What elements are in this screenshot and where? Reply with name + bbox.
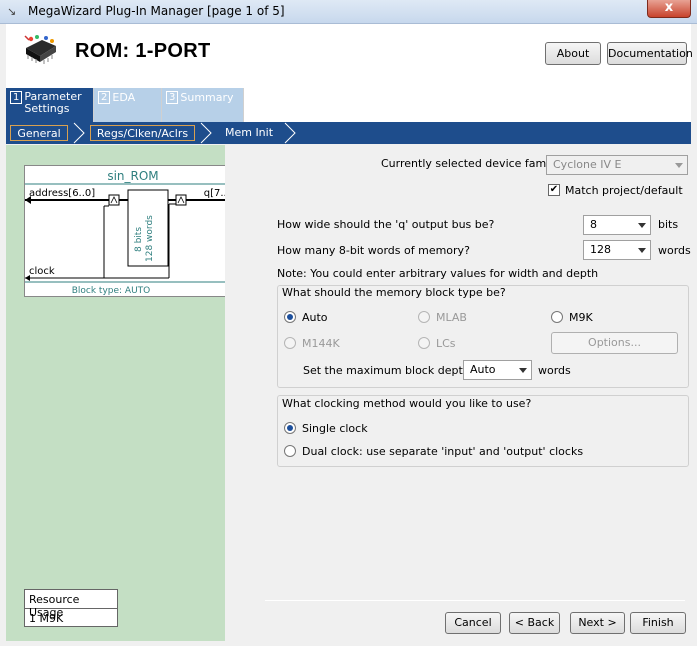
window-title: MegaWizard Plug-In Manager [page 1 of 5] [28, 4, 285, 18]
note-text: Note: You could enter arbitrary values f… [277, 267, 599, 280]
words-count-unit: words [658, 244, 691, 257]
symbol-name: sin_ROM [107, 169, 158, 183]
memory-block-legend: What should the memory block type be? [282, 286, 506, 299]
device-family-label: Currently selected device family: [381, 157, 562, 170]
symbol-panel: sin_ROM address[6..0] q[7..0] 8 bits 128… [6, 145, 242, 641]
cancel-button[interactable]: Cancel [445, 612, 501, 634]
dropdown-arrow-icon [638, 248, 646, 253]
radio-lcs-label: LCs [436, 337, 456, 350]
tab-parameter-settings[interactable]: 1 Parameter Settings [6, 88, 94, 122]
max-depth-select[interactable]: Auto [463, 360, 532, 380]
subnav-mem-init[interactable]: Mem Init [220, 125, 278, 141]
clock-port-label: clock [29, 266, 55, 277]
max-depth-value: Auto [470, 363, 496, 376]
dropdown-arrow-icon [638, 223, 646, 228]
chevron-right-icon [73, 122, 85, 144]
device-family-value: Cyclone IV E [553, 158, 622, 171]
settings-panel: Currently selected device family: Cyclon… [225, 145, 691, 641]
sub-navigation: General Regs/Clken/Aclrs Mem Init [6, 122, 691, 144]
documentation-button[interactable]: Documentation [607, 42, 693, 65]
radio-m144k [284, 337, 296, 349]
radio-single-clock[interactable] [284, 422, 296, 434]
tab-number: 3 [166, 91, 179, 104]
words-count-select[interactable]: 128 [583, 240, 651, 260]
chevron-right-icon [200, 122, 212, 144]
q-width-label: How wide should the 'q' output bus be? [277, 218, 495, 231]
match-project-label: Match project/default [565, 184, 683, 197]
radio-lcs [418, 337, 430, 349]
clocking-legend: What clocking method would you like to u… [282, 397, 532, 410]
resource-usage-box: Resource Usage 1 M9K [24, 589, 118, 627]
resource-usage-value: 1 M9K [29, 612, 64, 625]
tab-label: Parameter Settings [24, 90, 82, 115]
radio-dual-clock[interactable] [284, 445, 296, 457]
subnav-regs-clken-aclrs[interactable]: Regs/Clken/Aclrs [90, 125, 195, 141]
tab-number: 1 [10, 91, 23, 104]
subnav-general[interactable]: General [10, 125, 68, 141]
close-button[interactable]: x [647, 0, 691, 18]
back-button[interactable]: < Back [509, 612, 560, 634]
address-port-label: address[6..0] [29, 188, 95, 199]
radio-auto-label: Auto [302, 311, 328, 324]
q-width-select[interactable]: 8 [583, 215, 651, 235]
radio-auto[interactable] [284, 311, 296, 323]
radio-mlab [418, 311, 430, 323]
rom-symbol: sin_ROM address[6..0] q[7..0] 8 bits 128… [24, 165, 242, 297]
page-title: ROM: 1-PORT [75, 40, 211, 62]
tab-number: 2 [98, 91, 111, 104]
chevron-right-icon [284, 122, 296, 144]
footer-separator [265, 600, 685, 601]
dropdown-arrow-icon [519, 368, 527, 373]
rom-symbol-diagram: sin_ROM address[6..0] q[7..0] 8 bits 128… [25, 169, 241, 296]
options-button: Options... [551, 332, 678, 354]
next-button[interactable]: Next > [570, 612, 625, 634]
device-family-select: Cyclone IV E [546, 155, 688, 175]
q-width-unit: bits [658, 218, 679, 231]
radio-dual-clock-label: Dual clock: use separate 'input' and 'ou… [302, 445, 584, 458]
tab-summary[interactable]: 3 Summary [162, 88, 244, 122]
words-count-value: 128 [590, 243, 611, 256]
radio-m9k-label: M9K [569, 311, 593, 324]
words-count-label: How many 8-bit words of memory? [277, 244, 470, 257]
resource-usage-header: Resource Usage [25, 590, 117, 619]
max-depth-label: Set the maximum block depth to [303, 364, 485, 377]
radio-mlab-label: MLAB [436, 311, 467, 324]
radio-m144k-label: M144K [302, 337, 340, 350]
about-button[interactable]: About [545, 42, 601, 65]
dropdown-arrow-icon [675, 163, 683, 168]
header: ROM: 1-PORT About Documentation [6, 24, 693, 90]
tab-eda[interactable]: 2 EDA [94, 88, 162, 122]
radio-m9k[interactable] [551, 311, 563, 323]
tab-label: EDA [112, 91, 136, 104]
close-icon: x [664, 0, 674, 15]
max-depth-unit: words [538, 364, 571, 377]
block-type-label: Block type: AUTO [72, 286, 151, 296]
words-label: 128 words [145, 215, 155, 262]
chip-icon [24, 35, 56, 64]
wizard-app-icon: ↘ [7, 5, 17, 18]
title-bar: ↘ MegaWizard Plug-In Manager [page 1 of … [0, 0, 697, 24]
tab-label: Summary [180, 91, 234, 104]
finish-button[interactable]: Finish [630, 612, 686, 634]
match-project-checkbox[interactable]: ✔ [548, 184, 560, 196]
radio-single-clock-label: Single clock [302, 422, 368, 435]
bits-label: 8 bits [134, 227, 144, 252]
page-tabs: 1 Parameter Settings 2 EDA 3 Summary [6, 88, 691, 122]
q-width-value: 8 [590, 218, 597, 231]
